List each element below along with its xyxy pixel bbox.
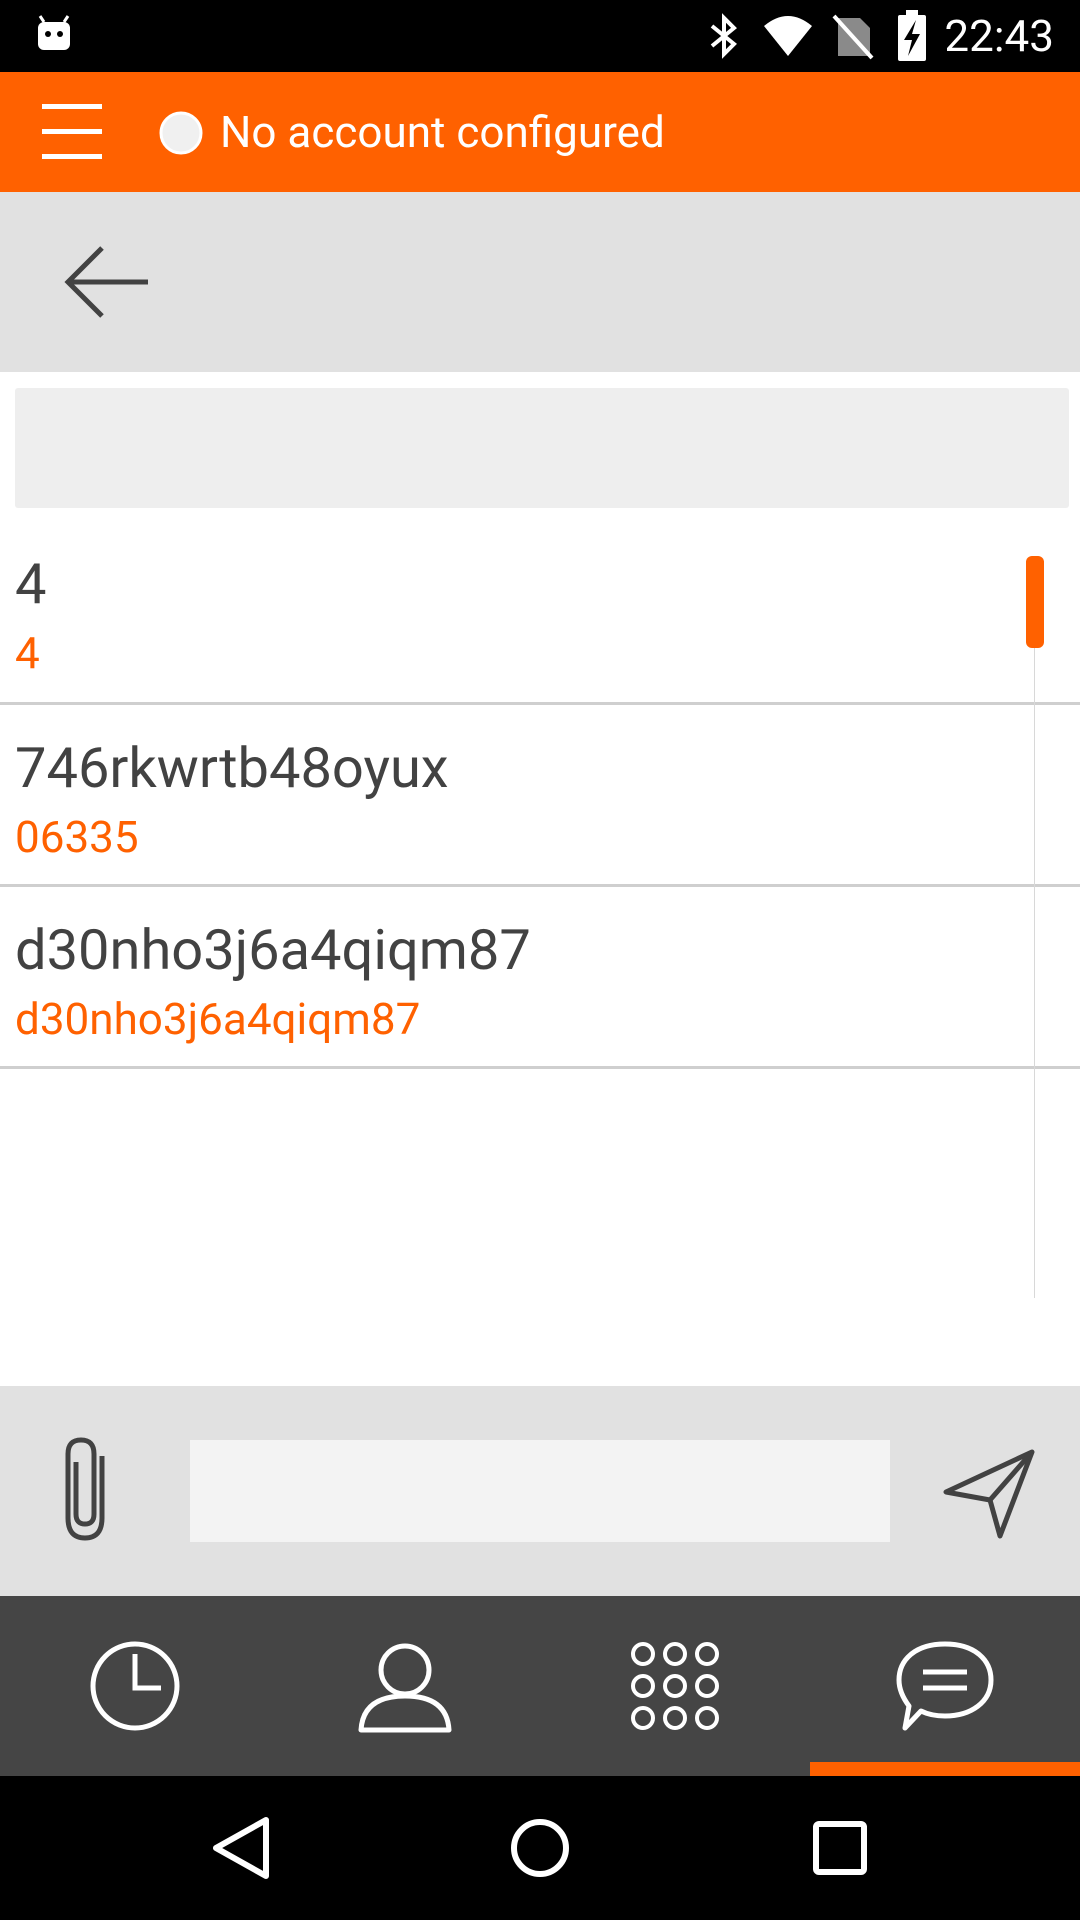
contact-number: d30nho3j6a4qiqm87 bbox=[15, 993, 421, 1045]
list-item[interactable]: 4 4 bbox=[0, 540, 1080, 706]
list-item[interactable]: d30nho3j6a4qiqm87 d30nho3j6a4qiqm87 bbox=[0, 908, 1080, 1074]
tab-dialpad[interactable] bbox=[540, 1596, 810, 1776]
back-arrow-icon[interactable] bbox=[58, 240, 158, 324]
nav-recents-icon[interactable] bbox=[790, 1800, 890, 1896]
android-debug-icon bbox=[38, 15, 70, 50]
contact-number: 06335 bbox=[15, 811, 139, 863]
battery-charging-icon bbox=[898, 10, 926, 61]
sub-toolbar bbox=[0, 192, 1080, 372]
dialpad-icon bbox=[631, 1642, 719, 1730]
contact-name: 746rkwrtb48oyux bbox=[15, 735, 449, 801]
account-status-label[interactable]: No account configured bbox=[220, 106, 665, 158]
clock-icon bbox=[90, 1641, 180, 1731]
chat-icon bbox=[896, 1641, 994, 1731]
nav-home-icon[interactable] bbox=[490, 1800, 590, 1896]
send-icon[interactable] bbox=[940, 1444, 1040, 1544]
tab-chat[interactable] bbox=[810, 1596, 1080, 1776]
selected-tab-indicator bbox=[810, 1762, 1080, 1776]
message-input[interactable] bbox=[190, 1440, 890, 1542]
scrollbar-thumb[interactable] bbox=[1026, 556, 1044, 648]
clock-time: 22:43 bbox=[944, 10, 1054, 62]
contact-name: 4 bbox=[15, 551, 47, 617]
person-icon bbox=[358, 1643, 452, 1733]
status-dot-icon bbox=[159, 111, 203, 155]
divider bbox=[0, 702, 1080, 705]
wifi-icon bbox=[764, 16, 812, 56]
divider bbox=[0, 1066, 1080, 1069]
list-item[interactable]: 746rkwrtb48oyux 06335 bbox=[0, 724, 1080, 890]
bluetooth-icon bbox=[710, 13, 737, 59]
contact-name: d30nho3j6a4qiqm87 bbox=[15, 917, 531, 983]
hamburger-menu-icon[interactable] bbox=[40, 100, 104, 164]
divider bbox=[0, 884, 1080, 887]
search-input[interactable] bbox=[15, 388, 1069, 508]
paperclip-icon[interactable] bbox=[52, 1434, 122, 1544]
no-sim-icon bbox=[832, 14, 874, 60]
tab-contacts[interactable] bbox=[270, 1596, 540, 1776]
contact-number: 4 bbox=[15, 627, 40, 679]
tab-history[interactable] bbox=[0, 1596, 270, 1776]
scrollbar-track[interactable] bbox=[1034, 556, 1035, 1298]
status-bar: 22:43 bbox=[0, 0, 1080, 72]
nav-back-icon[interactable] bbox=[192, 1800, 292, 1896]
